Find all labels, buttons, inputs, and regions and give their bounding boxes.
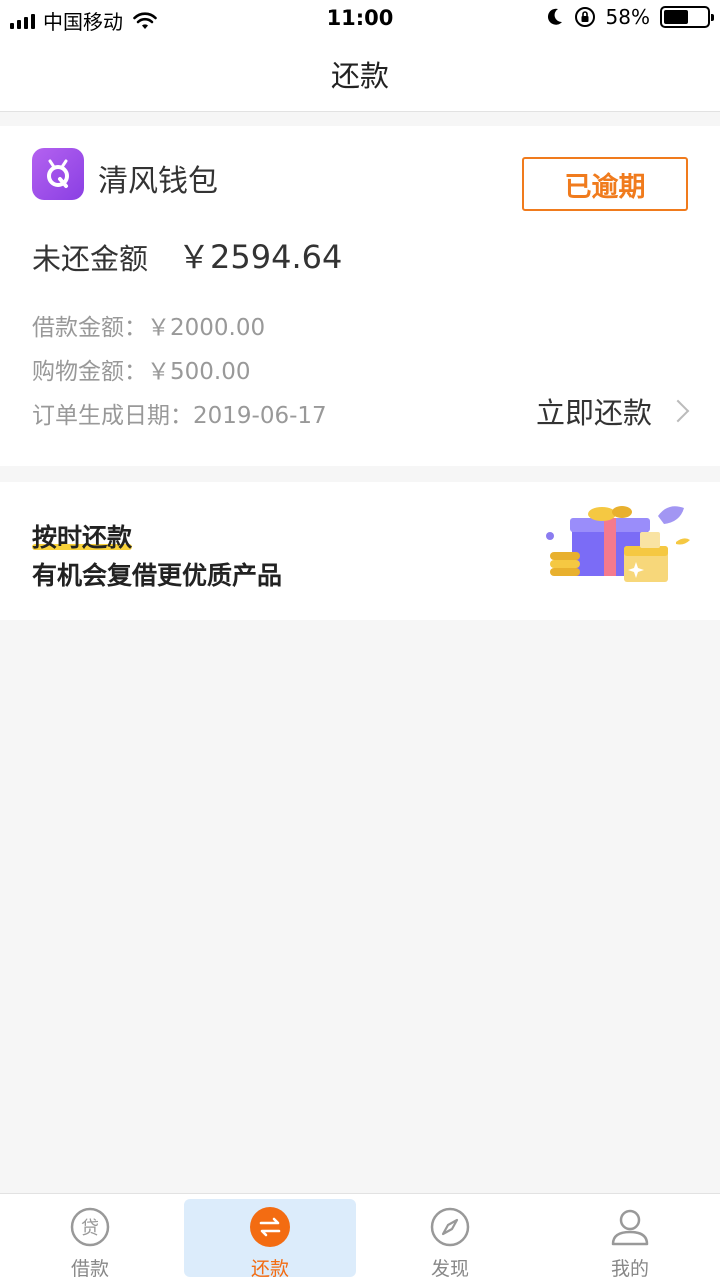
unpaid-amount: ￥2594.64 — [178, 238, 343, 276]
tab-repay-label: 还款 — [250, 1258, 289, 1280]
chevron-right-icon — [666, 399, 690, 423]
tab-loan-label: 借款 — [70, 1258, 109, 1280]
battery-percent: 58% — [605, 5, 650, 29]
svg-text:贷: 贷 — [81, 1218, 99, 1239]
tab-mine[interactable]: 我的 — [540, 1194, 720, 1280]
rotation-lock-icon — [574, 7, 595, 27]
gift-box-illustration — [546, 506, 690, 582]
tab-repay[interactable]: 还款 — [180, 1194, 360, 1280]
promo-subtitle: 有机会复借更优质产品 — [32, 561, 283, 590]
app-logo-icon — [47, 159, 69, 188]
page-title: 还款 — [330, 58, 389, 93]
tab-mine-label: 我的 — [610, 1258, 649, 1280]
order-date: 订单生成日期：2019-06-17 — [32, 403, 327, 429]
tab-discover[interactable]: 发现 — [360, 1194, 540, 1280]
app-logo — [32, 148, 84, 200]
battery-icon — [660, 6, 714, 28]
compass-icon — [429, 1206, 471, 1248]
loan-icon: 贷 — [69, 1206, 111, 1248]
overdue-badge: 已逾期 — [522, 157, 688, 211]
app-name: 清风钱包 — [98, 164, 218, 199]
promo-banner[interactable]: 按时还款 有机会复借更优质产品 — [0, 482, 720, 620]
repay-now-label: 立即还款 — [535, 396, 652, 430]
status-bar: 中国移动 11:00 58% — [0, 0, 720, 36]
nav-bar: 还款 — [0, 36, 720, 112]
tab-discover-label: 发现 — [430, 1258, 469, 1280]
order-card[interactable]: 清风钱包 已逾期 未还金额 ￥2594.64 借款金额：￥2000.00 购物金… — [0, 126, 720, 466]
unpaid-label: 未还金额 — [32, 242, 149, 276]
tab-bar: 贷 借款 还款 发现 我的 — [0, 1193, 720, 1280]
moon-icon — [547, 8, 562, 25]
repay-icon — [249, 1206, 291, 1248]
loan-amount: 借款金额：￥2000.00 — [32, 315, 266, 341]
tab-loan[interactable]: 贷 借款 — [0, 1194, 180, 1280]
profile-icon — [609, 1206, 651, 1248]
repay-now-button[interactable]: 立即还款 — [536, 390, 692, 432]
promo-title: 按时还款 — [32, 523, 133, 552]
shopping-amount: 购物金额：￥500.00 — [32, 359, 251, 385]
